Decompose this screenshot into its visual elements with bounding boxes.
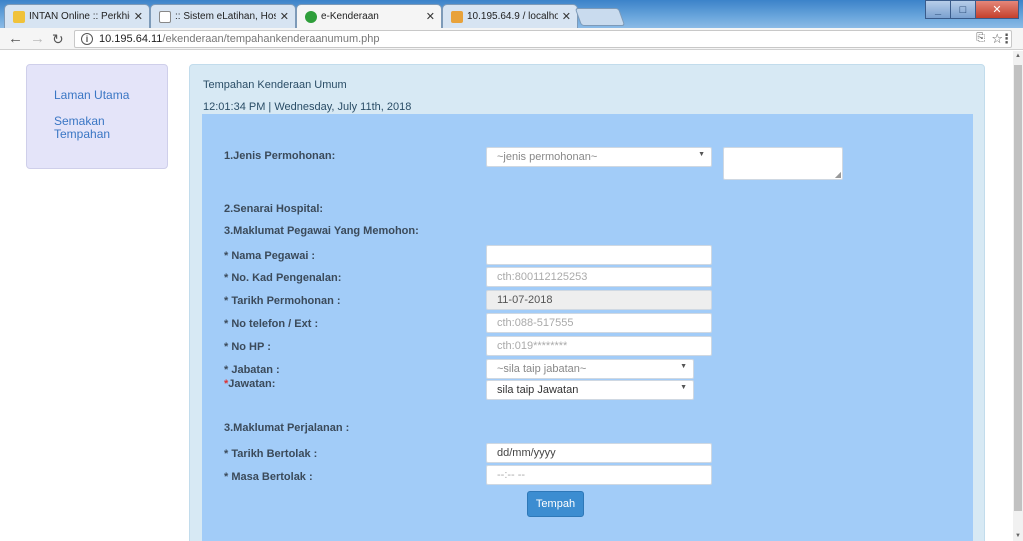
sidebar: Laman Utama Semakan Tempahan bbox=[26, 64, 168, 169]
tarikh-bertolak-input[interactable]: dd/mm/yyyy bbox=[486, 443, 712, 463]
jawatan-label: *Jawatan: bbox=[224, 378, 275, 390]
url-path: /ekenderaan/tempahankenderaanumum.php bbox=[162, 33, 380, 45]
new-tab-button[interactable] bbox=[574, 8, 626, 26]
close-tab-icon[interactable]: ✕ bbox=[426, 10, 435, 23]
tab-sistem-elatihan[interactable]: :: Sistem eLatihan, Hospit ✕ bbox=[150, 4, 296, 28]
forward-arrow-icon[interactable]: → bbox=[30, 30, 45, 48]
maklumat-perjalanan-heading: 3.Maklumat Perjalanan : bbox=[224, 422, 350, 434]
no-telefon-label: * No telefon / Ext : bbox=[224, 318, 319, 330]
maximize-window-button[interactable]: □ bbox=[950, 0, 976, 19]
green-circle-favicon-icon bbox=[305, 10, 317, 23]
tempah-submit-button[interactable]: Tempah bbox=[527, 491, 584, 517]
address-bar[interactable]: i 10.195.64.11/ekenderaan/tempahankender… bbox=[74, 30, 1012, 48]
jenis-permohonan-selected: ~jenis permohonan~ bbox=[497, 151, 598, 163]
jabatan-selected: ~sila taip jabatan~ bbox=[497, 363, 587, 375]
date-time-display: 12:01:34 PM | Wednesday, July 11th, 2018 bbox=[203, 101, 412, 113]
browser-tab-strip: INTAN Online :: Perkhidm ✕ :: Sistem eLa… bbox=[0, 0, 1023, 28]
jenis-permohonan-label: 1.Jenis Permohonan: bbox=[224, 150, 336, 162]
minimize-window-button[interactable]: _ bbox=[925, 0, 951, 19]
browser-toolbar: ← → ↻ i 10.195.64.11/ekenderaan/tempahan… bbox=[0, 28, 1023, 50]
intan-favicon-icon bbox=[13, 10, 25, 23]
jawatan-select[interactable]: sila taip Jawatan ▼ bbox=[486, 380, 694, 400]
page-scrollbar[interactable]: ▲ ▼ bbox=[1013, 51, 1023, 541]
no-telefon-input[interactable]: cth:088-517555 bbox=[486, 313, 712, 333]
tarikh-bertolak-label: * Tarikh Bertolak : bbox=[224, 448, 318, 460]
tarikh-permohonan-label: * Tarikh Permohonan : bbox=[224, 295, 341, 307]
sidebar-item-laman-utama[interactable]: Laman Utama bbox=[54, 89, 167, 102]
main-panel: Tempahan Kenderaan Umum 12:01:34 PM | We… bbox=[189, 64, 985, 541]
jawatan-selected: sila taip Jawatan bbox=[497, 384, 579, 396]
maklumat-pegawai-heading: 3.Maklumat Pegawai Yang Memohon: bbox=[224, 225, 419, 237]
jabatan-select[interactable]: ~sila taip jabatan~ ▼ bbox=[486, 359, 694, 379]
jenis-permohonan-textarea[interactable]: ◢ bbox=[723, 147, 843, 180]
page-viewport: Laman Utama Semakan Tempahan Tempahan Ke… bbox=[0, 51, 1013, 541]
translate-icon[interactable]: ⎘ bbox=[976, 32, 985, 45]
close-tab-icon[interactable]: ✕ bbox=[280, 10, 289, 23]
no-hp-input[interactable]: cth:019******** bbox=[486, 336, 712, 356]
no-kad-pengenalan-input[interactable]: cth:800112125253 bbox=[486, 267, 712, 287]
masa-bertolak-input[interactable]: --:-- -- bbox=[486, 465, 712, 485]
back-arrow-icon[interactable]: ← bbox=[8, 30, 23, 48]
jawatan-label-text: Jawatan: bbox=[228, 378, 276, 390]
chevron-down-icon: ▼ bbox=[680, 363, 687, 370]
tab-e-kenderaan[interactable]: e-Kenderaan ✕ bbox=[296, 4, 442, 28]
browser-menu-icon[interactable]: ⋮ bbox=[1000, 31, 1013, 47]
reload-icon[interactable]: ↻ bbox=[52, 30, 64, 48]
no-hp-label: * No HP : bbox=[224, 341, 271, 353]
nama-pegawai-input[interactable] bbox=[486, 245, 712, 265]
nama-pegawai-label: * Nama Pegawai : bbox=[224, 250, 316, 262]
tarikh-permohonan-input[interactable]: 11-07-2018 bbox=[486, 290, 712, 310]
site-info-icon[interactable]: i bbox=[81, 33, 93, 45]
senarai-hospital-label: 2.Senarai Hospital: bbox=[224, 203, 324, 215]
tab-intan-online[interactable]: INTAN Online :: Perkhidm ✕ bbox=[4, 4, 150, 28]
tab-title: :: Sistem eLatihan, Hospit bbox=[175, 11, 276, 22]
close-tab-icon[interactable]: ✕ bbox=[562, 10, 571, 23]
jabatan-label: * Jabatan : bbox=[224, 364, 280, 376]
tab-title: e-Kenderaan bbox=[321, 11, 379, 22]
chevron-down-icon: ▼ bbox=[680, 384, 687, 391]
masa-bertolak-label: * Masa Bertolak : bbox=[224, 471, 313, 483]
no-kad-pengenalan-label: * No. Kad Pengenalan: bbox=[224, 272, 342, 284]
tab-phpmyadmin[interactable]: 10.195.64.9 / localhost / r ✕ bbox=[442, 4, 578, 28]
booking-form: 1.Jenis Permohonan: ~jenis permohonan~ ▼… bbox=[202, 114, 973, 541]
jenis-permohonan-select[interactable]: ~jenis permohonan~ ▼ bbox=[486, 147, 712, 167]
scroll-up-arrow-icon[interactable]: ▲ bbox=[1015, 53, 1021, 59]
scroll-down-arrow-icon[interactable]: ▼ bbox=[1015, 533, 1021, 539]
chevron-down-icon: ▼ bbox=[698, 151, 705, 158]
close-window-button[interactable]: ✕ bbox=[975, 0, 1019, 19]
resize-grip-icon[interactable]: ◢ bbox=[835, 170, 841, 179]
sidebar-item-semakan-tempahan[interactable]: Semakan Tempahan bbox=[54, 115, 114, 141]
scrollbar-thumb[interactable] bbox=[1014, 65, 1022, 511]
url-host: 10.195.64.11 bbox=[99, 33, 163, 45]
phpmyadmin-favicon-icon bbox=[451, 10, 463, 23]
tab-title: INTAN Online :: Perkhidm bbox=[29, 11, 130, 22]
page-favicon-icon bbox=[159, 10, 171, 23]
url-text: 10.195.64.11/ekenderaan/tempahankenderaa… bbox=[99, 33, 380, 45]
close-tab-icon[interactable]: ✕ bbox=[134, 10, 143, 23]
page-title: Tempahan Kenderaan Umum bbox=[203, 79, 347, 91]
tab-title: 10.195.64.9 / localhost / r bbox=[467, 11, 558, 22]
